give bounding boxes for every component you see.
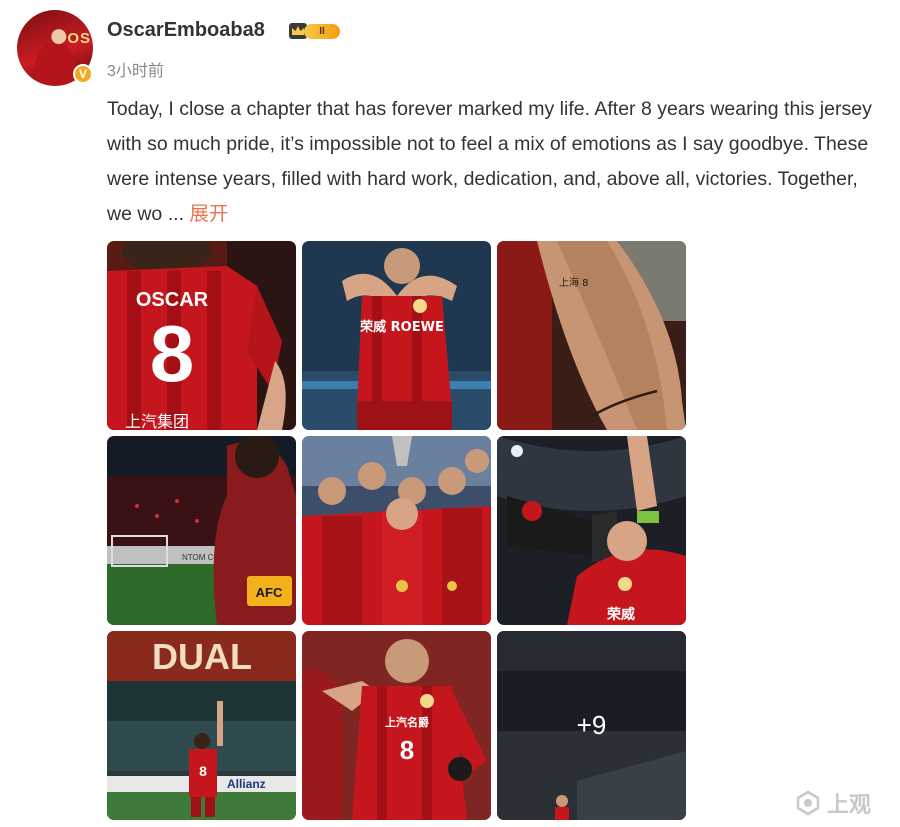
expand-link[interactable]: 展开 — [189, 203, 228, 225]
photo1-sponsor: 上汽集团 — [125, 412, 189, 430]
level-badge-label: II — [304, 24, 340, 39]
svg-text:DUAL: DUAL — [152, 636, 252, 677]
svg-text:8: 8 — [199, 763, 207, 779]
photo-megaphone[interactable]: 荣威 — [497, 436, 686, 625]
photo-trophy-celebration[interactable] — [302, 436, 491, 625]
photo8-sponsor: 上汽名爵 — [385, 715, 429, 729]
photo8-jersey-number: 8 — [400, 735, 414, 765]
photo-tattoo[interactable]: 上海 8 — [497, 241, 686, 430]
photo-stadium-armband[interactable]: NTOM CO. AFC — [107, 436, 296, 625]
post-timestamp[interactable]: 3小时前 — [107, 57, 164, 81]
verified-badge-icon: V — [73, 64, 93, 84]
photo-more[interactable]: +9 — [497, 631, 686, 820]
photo-running-celebration[interactable]: 上汽名爵 8 — [302, 631, 491, 820]
more-photos-count: +9 — [576, 710, 607, 740]
photo4-armband: AFC — [256, 585, 283, 600]
watermark: 上观 — [795, 787, 871, 819]
photo-heart-hands[interactable]: 荣威 ROEWE — [302, 241, 491, 430]
level-badge[interactable]: II — [288, 21, 342, 41]
watermark-text: 上观 — [827, 792, 872, 817]
watermark-logo-icon — [796, 790, 820, 816]
photo6-sponsor: 荣威 — [606, 606, 635, 623]
photo-stadium-wave[interactable]: DUAL Allianz 8 — [107, 631, 296, 820]
photo1-jersey-name: OSCAR — [136, 289, 209, 311]
avatar-jersey-text: OS — [67, 30, 91, 47]
photo2-sponsor: 荣威 ROEWE — [359, 319, 444, 335]
photo3-tattoo: 上海 8 — [559, 276, 589, 289]
photo-jersey-back[interactable]: OSCAR 8 上汽集团 — [107, 241, 296, 430]
photo1-jersey-number: 8 — [150, 309, 195, 398]
photo7-board-text: Allianz — [227, 777, 266, 791]
author-name[interactable]: OscarEmboaba8 — [107, 19, 265, 42]
post-text: Today, I close a chapter that has foreve… — [107, 92, 882, 232]
